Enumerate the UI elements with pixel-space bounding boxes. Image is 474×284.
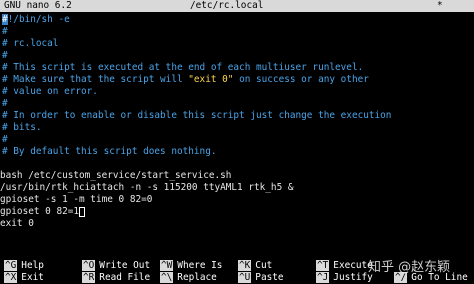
shortcut-item[interactable]: ^U Paste	[238, 272, 284, 284]
shortcut-key: ^R	[82, 272, 96, 283]
editor-line[interactable]: #	[2, 50, 8, 62]
nano-titlebar: GNU nano 6.2 /etc/rc.local *	[0, 0, 474, 12]
shortcut-key: ^X	[4, 272, 18, 283]
shortcut-key: ^J	[316, 272, 330, 283]
file-path: /etc/rc.local	[190, 0, 264, 11]
editor-line[interactable]: # By default this script does nothing.	[2, 146, 216, 158]
editor-line[interactable]: gpioset -s 1 -m time 0 82=0	[0, 194, 152, 206]
editor-line[interactable]: #	[2, 98, 8, 110]
editor-line[interactable]: #!/bin/sh -e	[2, 14, 70, 26]
editor-line[interactable]: exit 0	[0, 218, 34, 230]
text-cursor	[79, 206, 86, 217]
shortcut-label: Help	[21, 260, 44, 271]
shortcut-label: Cut	[255, 260, 273, 271]
shortcut-item[interactable]: ^T Execute	[316, 260, 373, 272]
shortcut-key: ^\	[160, 272, 174, 283]
line-text: !/bin/sh -e	[7, 14, 70, 25]
shortcut-item[interactable]: ^J Justify	[316, 272, 373, 284]
shortcut-label: Replace	[177, 272, 217, 283]
string-literal: "exit 0"	[188, 74, 234, 85]
shortcut-label: Write Out	[99, 260, 151, 271]
editor-line[interactable]: gpioset 0 82=1	[0, 206, 86, 218]
shortcut-item[interactable]: ^X Exit	[4, 272, 44, 284]
shortcut-label: Justify	[333, 272, 373, 283]
editor-line[interactable]: # This script is executed at the end of …	[2, 62, 363, 74]
line-text: on success or any other	[233, 74, 369, 85]
shortcut-key: ^U	[238, 272, 252, 283]
shortcut-key: ^O	[82, 260, 96, 271]
line-text: # Make sure that the script will	[2, 74, 189, 85]
shortcut-label: Where Is	[177, 260, 223, 271]
shortcut-label: Execute	[333, 260, 373, 271]
editor-area[interactable]: #!/bin/sh -e # # rc.local # # This script is…	[0, 12, 474, 252]
editor-line[interactable]: # value on error.	[2, 86, 98, 98]
editor-line[interactable]: # Make sure that the script will "exit 0…	[2, 74, 369, 86]
shortcut-item[interactable]: ^O Write Out	[82, 260, 150, 272]
shortcut-label: Exit	[21, 272, 44, 283]
shortcut-item[interactable]: ^\ Replace	[160, 272, 217, 284]
shortcut-item[interactable]: ^W Where Is	[160, 260, 222, 272]
shortcut-key: ^W	[160, 260, 174, 271]
shortcut-label: Read File	[99, 272, 151, 283]
shortcut-label: Paste	[255, 272, 284, 283]
editor-line[interactable]: # In order to enable or disable this scr…	[2, 110, 391, 122]
shortcut-item[interactable]: ^G Help	[4, 260, 44, 272]
line-text: gpioset 0 82=1	[0, 206, 80, 217]
shortcut-key: ^G	[4, 260, 18, 271]
app-name: GNU nano 6.2	[4, 0, 72, 11]
editor-line[interactable]: # bits.	[2, 122, 42, 134]
shortcut-item[interactable]: ^R Read File	[82, 272, 150, 284]
shortcut-item[interactable]: ^K Cut	[238, 260, 272, 272]
editor-line[interactable]: #	[2, 26, 8, 38]
shortcut-key: ^K	[238, 260, 252, 271]
editor-line[interactable]: bash /etc/custom_service/start_service.s…	[0, 170, 231, 182]
editor-line[interactable]: # rc.local	[2, 38, 58, 50]
watermark: 知乎 @赵东颖	[368, 260, 451, 275]
editor-line[interactable]: /usr/bin/rtk_hciattach -n -s 115200 ttyA…	[0, 182, 294, 194]
modified-indicator: *	[437, 0, 443, 11]
editor-line[interactable]: #	[2, 134, 8, 146]
shortcut-key: ^T	[316, 260, 330, 271]
